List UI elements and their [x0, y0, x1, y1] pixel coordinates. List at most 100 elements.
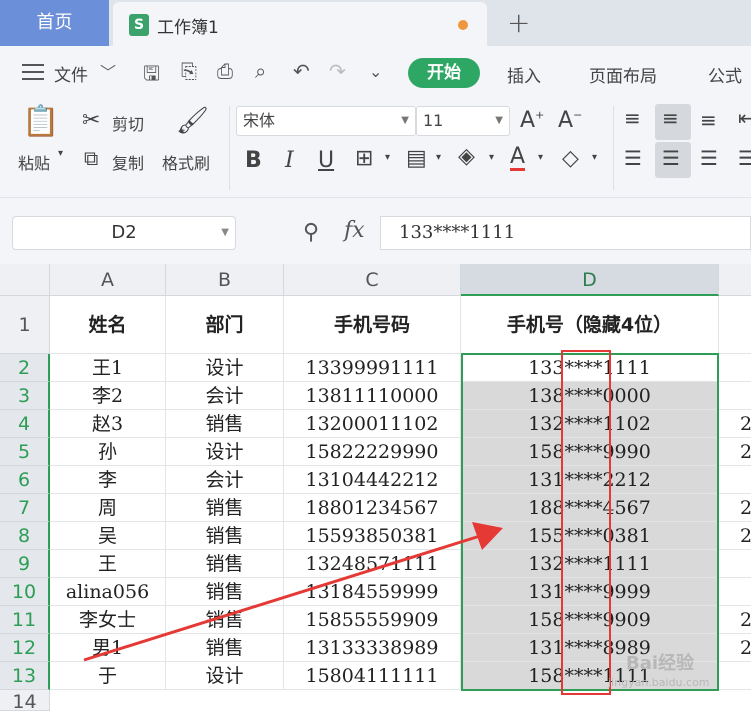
row-header[interactable]: 1 [0, 296, 50, 354]
cell-masked-phone[interactable]: 133****1111 [461, 354, 719, 382]
select-all-corner[interactable] [0, 264, 50, 296]
header-cell-dept[interactable]: 部门 [166, 296, 284, 354]
print-preview-icon[interactable]: ⌕ [255, 59, 266, 83]
row-header[interactable]: 13 [0, 662, 50, 690]
cell-phone[interactable]: 13184559999 [284, 578, 461, 606]
export-icon[interactable]: ⎘ [181, 59, 197, 83]
row-header[interactable]: 11 [0, 606, 50, 634]
cell-name[interactable]: 于 [50, 662, 166, 690]
empty-cell[interactable] [719, 550, 751, 578]
row-header[interactable]: 12 [0, 634, 50, 662]
cell-dept[interactable]: 会计 [166, 466, 284, 494]
font-color-button[interactable]: A [510, 146, 526, 171]
row-header[interactable]: 5 [0, 438, 50, 466]
menu-start[interactable]: 开始 [408, 58, 480, 88]
tab-workbook[interactable]: S 工作簿1 [113, 2, 487, 46]
zoom-search-icon[interactable]: ⚲ [303, 220, 319, 245]
align-bottom-icon[interactable]: ≡ [700, 108, 717, 132]
cell-masked-phone[interactable]: 132****1102 [461, 410, 719, 438]
cell-style-icon[interactable]: ▤ [406, 146, 427, 171]
fill-color-dropdown-icon[interactable]: ▾ [489, 152, 494, 163]
row-header[interactable]: 4 [0, 410, 50, 438]
empty-cell[interactable] [719, 662, 751, 690]
row-header[interactable]: 7 [0, 494, 50, 522]
cell-dept[interactable]: 销售 [166, 494, 284, 522]
cell-phone[interactable]: 18801234567 [284, 494, 461, 522]
print-icon[interactable]: ⎙ [217, 59, 233, 83]
column-header-e[interactable] [719, 264, 751, 296]
cell-name[interactable]: 孙 [50, 438, 166, 466]
chevron-down-icon[interactable]: ﹀ [100, 59, 116, 83]
copy-icon[interactable]: ⧉ [84, 146, 98, 170]
cell-masked-phone[interactable]: 132****1111 [461, 550, 719, 578]
empty-cell[interactable] [719, 354, 751, 382]
borders-dropdown-icon[interactable]: ▾ [385, 152, 390, 163]
cell-name[interactable]: 男1 [50, 634, 166, 662]
row-header[interactable]: 10 [0, 578, 50, 606]
cell-style-dropdown-icon[interactable]: ▾ [436, 152, 441, 163]
cell-name[interactable]: 王 [50, 550, 166, 578]
eraser-dropdown-icon[interactable]: ▾ [592, 152, 597, 163]
menu-page-layout[interactable]: 页面布局 [589, 62, 657, 87]
row-header[interactable]: 14 [0, 690, 50, 713]
format-painter-icon[interactable]: 🖌 [176, 106, 209, 136]
cell-phone[interactable]: 13399991111 [284, 354, 461, 382]
cell-phone[interactable]: 15855559909 [284, 606, 461, 634]
cell-masked-phone[interactable]: 158****9909 [461, 606, 719, 634]
cell-phone[interactable]: 13248571111 [284, 550, 461, 578]
header-cell-masked[interactable]: 手机号（隐藏4位） [461, 296, 719, 354]
column-header-a[interactable]: A [50, 264, 166, 296]
empty-cell[interactable] [719, 296, 751, 354]
cell-dept[interactable]: 设计 [166, 662, 284, 690]
cell-name[interactable]: 赵3 [50, 410, 166, 438]
copy-button[interactable]: 复制 [112, 150, 144, 174]
empty-cell[interactable] [719, 466, 751, 494]
hamburger-menu-icon[interactable] [22, 64, 44, 85]
cell-masked-phone[interactable]: 138****0000 [461, 382, 719, 410]
cell-masked-phone[interactable]: 131****2212 [461, 466, 719, 494]
save-icon[interactable]: 🖫 [143, 59, 160, 93]
justify-icon[interactable]: ☰ [738, 146, 751, 170]
font-color-dropdown-icon[interactable]: ▾ [538, 152, 543, 163]
row-header[interactable]: 3 [0, 382, 50, 410]
cell-phone[interactable]: 13104442212 [284, 466, 461, 494]
cell-dept[interactable]: 会计 [166, 382, 284, 410]
align-left-icon[interactable]: ☰ [624, 146, 642, 170]
paste-icon[interactable]: 📋 [22, 104, 59, 139]
cell-name[interactable]: 李2 [50, 382, 166, 410]
indent-icon[interactable]: ⇤ [738, 106, 751, 130]
cell-dept[interactable]: 销售 [166, 550, 284, 578]
cell-masked-phone[interactable]: 188****4567 [461, 494, 719, 522]
italic-button[interactable]: I [285, 148, 294, 173]
cell-masked-phone[interactable]: 158****9990 [461, 438, 719, 466]
row-header[interactable]: 9 [0, 550, 50, 578]
header-cell-name[interactable]: 姓名 [50, 296, 166, 354]
eraser-icon[interactable]: ◇ [562, 146, 579, 171]
tab-home[interactable]: 首页 [0, 0, 109, 46]
align-right-icon[interactable]: ☰ [700, 146, 718, 170]
font-size-select[interactable]: 11 ▼ [416, 106, 510, 136]
cell-name[interactable]: 吴 [50, 522, 166, 550]
row-header[interactable]: 8 [0, 522, 50, 550]
cell-name[interactable]: 李女士 [50, 606, 166, 634]
format-painter-button[interactable]: 格式刷 [162, 150, 210, 174]
cell-masked-phone[interactable]: 131****9999 [461, 578, 719, 606]
row-header[interactable]: 2 [0, 354, 50, 382]
cell-dept[interactable]: 销售 [166, 634, 284, 662]
cell-name[interactable]: 李 [50, 466, 166, 494]
cell-dept[interactable]: 销售 [166, 410, 284, 438]
cell-phone[interactable]: 15593850381 [284, 522, 461, 550]
font-name-select[interactable]: 宋体 ▼ [236, 106, 416, 136]
cell-dept[interactable]: 设计 [166, 438, 284, 466]
cell-phone[interactable]: 15804111111 [284, 662, 461, 690]
undo-icon[interactable]: ↶ [293, 59, 310, 83]
paste-dropdown-icon[interactable]: ▾ [58, 148, 63, 159]
formula-input[interactable]: 133****1111 [380, 216, 751, 250]
menu-insert[interactable]: 插入 [507, 62, 541, 87]
fill-color-icon[interactable]: ◈ [458, 144, 475, 169]
cell-dept[interactable]: 销售 [166, 606, 284, 634]
menu-file[interactable]: 文件 [54, 61, 88, 86]
cell-dept[interactable]: 销售 [166, 522, 284, 550]
borders-icon[interactable]: ⊞ [355, 146, 373, 171]
cell-phone[interactable]: 15822229990 [284, 438, 461, 466]
